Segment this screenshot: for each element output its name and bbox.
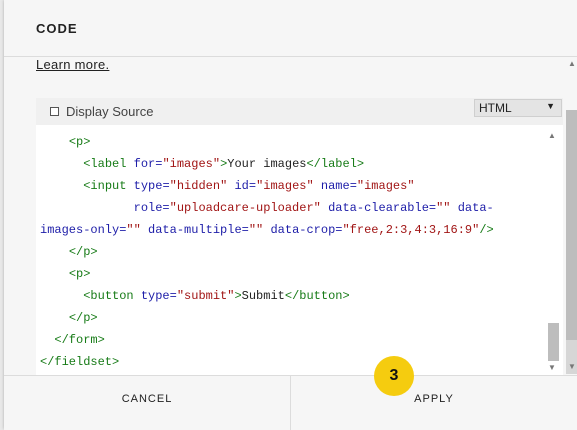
code-token: type= xyxy=(140,289,177,303)
code-token: images-only= xyxy=(40,223,127,237)
code-token: data- xyxy=(457,201,494,215)
code-token: </p> xyxy=(68,311,98,325)
display-source-checkbox[interactable] xyxy=(50,107,59,116)
outer-scroll-up-icon[interactable]: ▲ xyxy=(568,59,576,68)
code-token: </button> xyxy=(284,289,350,303)
code-editor[interactable]: <p> <label for="images">Your images</lab… xyxy=(36,125,563,375)
code-token: data-clearable= xyxy=(328,201,437,215)
code-dialog: CODE Learn more. ▲ ▼ Display Source HTML… xyxy=(4,0,577,430)
mode-select[interactable]: HTML ▼ xyxy=(474,99,562,117)
code-token: "" xyxy=(248,223,264,237)
code-token: </fieldset> xyxy=(40,355,120,369)
code-line: <p> xyxy=(40,263,550,285)
code-token: </form> xyxy=(54,333,105,347)
code-line: </p> xyxy=(40,307,550,329)
code-line: <label for="images">Your images</label> xyxy=(40,153,550,175)
code-token: Your images xyxy=(227,157,307,171)
dialog-header: CODE xyxy=(4,0,577,57)
code-token: > xyxy=(234,289,242,303)
code-token: <button xyxy=(83,289,141,303)
code-token: "" xyxy=(126,223,141,237)
mode-select-value: HTML xyxy=(479,101,512,115)
editor-scroll-down-icon[interactable]: ▼ xyxy=(548,363,556,372)
code-token: </p> xyxy=(68,245,98,259)
outer-scroll-down-icon[interactable]: ▼ xyxy=(568,362,576,371)
code-line: role="uploadcare-uploader" data-clearabl… xyxy=(40,197,550,219)
editor-toolbar: Display Source HTML ▼ xyxy=(36,98,563,125)
code-token: type= xyxy=(133,179,170,193)
code-token: </label> xyxy=(306,157,365,171)
code-lines: <p> <label for="images">Your images</lab… xyxy=(40,131,550,373)
code-token: id= xyxy=(234,179,257,193)
display-source-label[interactable]: Display Source xyxy=(66,104,153,119)
code-token: "images" xyxy=(356,179,415,193)
code-token: "" xyxy=(436,201,451,215)
code-token: "submit" xyxy=(176,289,235,303)
learn-more-link[interactable]: Learn more. xyxy=(36,57,109,72)
code-line: </form> xyxy=(40,329,550,351)
dialog-footer: CANCEL APPLY xyxy=(4,375,577,430)
code-token: "images" xyxy=(162,157,221,171)
chevron-down-icon: ▼ xyxy=(546,101,555,111)
step-badge: 3 xyxy=(374,356,414,396)
code-token: "images" xyxy=(256,179,314,193)
dialog-title: CODE xyxy=(36,21,78,36)
outer-scrollbar-thumb[interactable] xyxy=(566,110,577,340)
code-line: <input type="hidden" id="images" name="i… xyxy=(40,175,550,197)
code-line: </p> xyxy=(40,241,550,263)
code-token: name= xyxy=(320,179,357,193)
code-token: role= xyxy=(133,201,170,215)
code-token: data-crop= xyxy=(270,223,343,237)
code-token: "hidden" xyxy=(169,179,228,193)
code-token: for= xyxy=(133,157,163,171)
code-token: <label xyxy=(83,157,134,171)
code-token: /> xyxy=(479,223,494,237)
code-line: <button type="submit">Submit</button> xyxy=(40,285,550,307)
code-token: Submit xyxy=(241,289,285,303)
code-line: <p> xyxy=(40,131,550,153)
editor-scrollbar-thumb[interactable] xyxy=(548,323,559,361)
editor-scroll-up-icon[interactable]: ▲ xyxy=(548,131,556,140)
code-token: "uploadcare-uploader" xyxy=(169,201,321,215)
apply-button[interactable]: APPLY xyxy=(291,376,577,430)
code-line: </fieldset> xyxy=(40,351,550,373)
code-token: data-multiple= xyxy=(148,223,249,237)
code-token: <p> xyxy=(68,267,91,281)
code-line: images-only="" data-multiple="" data-cro… xyxy=(40,219,550,241)
code-token: <p> xyxy=(68,135,91,149)
cancel-button[interactable]: CANCEL xyxy=(4,376,290,430)
code-token: <input xyxy=(83,179,134,193)
code-token: "free,2:3,4:3,16:9" xyxy=(342,223,480,237)
